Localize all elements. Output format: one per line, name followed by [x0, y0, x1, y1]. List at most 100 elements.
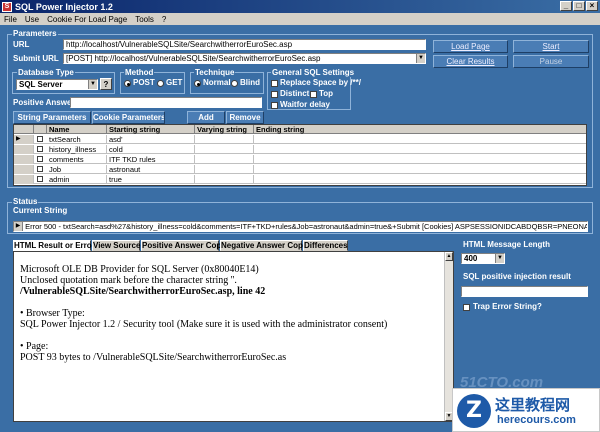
table-row[interactable]: history_illness cold: [14, 145, 586, 154]
watermark-site: herecours.com: [497, 414, 576, 426]
result-line: Microsoft OLE DB Provider for SQL Server…: [20, 264, 259, 275]
sql-positive-input[interactable]: [461, 286, 588, 297]
clear-results-button[interactable]: Clear Results: [433, 55, 508, 68]
technique-blind-radio[interactable]: [231, 80, 238, 87]
maximize-button[interactable]: □: [573, 1, 585, 11]
distinct-checkbox[interactable]: [271, 91, 278, 98]
table-row[interactable]: admin true: [14, 175, 586, 184]
row-start[interactable]: asd': [107, 135, 195, 144]
row-checkbox[interactable]: [37, 156, 43, 162]
tab-view-source[interactable]: View Source: [92, 240, 140, 251]
tab-negative-answer-copy[interactable]: Negative Answer Copy: [220, 240, 307, 251]
close-button[interactable]: ×: [586, 1, 598, 11]
result-line: • Browser Type:: [20, 308, 85, 319]
row-checkbox[interactable]: [37, 176, 43, 182]
database-type-label: Database Type: [17, 68, 75, 77]
row-selector-icon[interactable]: ▶: [14, 135, 34, 144]
submit-url-select[interactable]: [POST] http://localhost/VulnerableSQLSit…: [63, 53, 426, 64]
menu-use[interactable]: Use: [25, 15, 39, 24]
row-varying[interactable]: [195, 155, 254, 164]
tab-string-parameters[interactable]: String Parameters: [13, 111, 91, 124]
current-string-field[interactable]: ▶ Error 500 - txtSearch=asd%27&history_i…: [13, 221, 588, 232]
table-row[interactable]: comments ITF TKD rules: [14, 155, 586, 164]
row-varying[interactable]: [195, 165, 254, 174]
grid-header: Name Starting string Varying string Endi…: [14, 125, 586, 134]
result-line: • Page:: [20, 341, 49, 352]
distinct-label: Distinct: [280, 89, 310, 98]
watermark-logo-icon: Z: [457, 394, 491, 428]
pause-button[interactable]: Pause: [513, 55, 589, 68]
tab-differences[interactable]: Differences: [303, 240, 348, 251]
row-start[interactable]: cold: [107, 145, 195, 154]
load-page-button[interactable]: Load Page: [433, 40, 508, 53]
row-selector[interactable]: [14, 145, 34, 154]
method-label: Method: [124, 68, 155, 77]
add-button[interactable]: Add: [187, 111, 225, 124]
col-varying-string[interactable]: Varying string: [195, 125, 254, 134]
database-type-select[interactable]: SQL Server ▼: [16, 79, 98, 90]
row-selector[interactable]: [14, 165, 34, 174]
col-starting-string[interactable]: Starting string: [107, 125, 195, 134]
chevron-down-icon[interactable]: ▼: [495, 254, 504, 263]
row-selector[interactable]: [14, 175, 34, 184]
row-name[interactable]: Job: [47, 165, 107, 174]
row-ending[interactable]: [254, 135, 586, 144]
row-varying[interactable]: [195, 175, 254, 184]
menu-help[interactable]: ?: [162, 15, 166, 24]
tab-cookie-parameters[interactable]: Cookie Parameters: [92, 111, 165, 124]
technique-normal-radio[interactable]: [194, 80, 201, 87]
row-start[interactable]: true: [107, 175, 195, 184]
trap-error-checkbox[interactable]: [463, 304, 470, 311]
technique-normal-label: Normal: [203, 78, 231, 87]
parameters-label: Parameters: [12, 29, 58, 38]
row-checkbox[interactable]: [37, 146, 43, 152]
table-row[interactable]: Job astronaut: [14, 165, 586, 174]
row-name[interactable]: history_illness: [47, 145, 107, 154]
chevron-down-icon[interactable]: ▼: [416, 54, 425, 63]
result-line: Unclosed quotation mark before the chara…: [20, 275, 237, 286]
row-name[interactable]: comments: [47, 155, 107, 164]
row-selector[interactable]: [14, 155, 34, 164]
row-checkbox[interactable]: [37, 136, 43, 142]
minimize-button[interactable]: _: [560, 1, 572, 11]
window-title: SQL Power Injector 1.2: [15, 1, 113, 12]
menu-tools[interactable]: Tools: [135, 15, 154, 24]
database-help-button[interactable]: ?: [100, 78, 112, 90]
waitfor-checkbox[interactable]: [271, 102, 278, 109]
chevron-down-icon[interactable]: ▼: [88, 80, 97, 89]
app-icon: S: [2, 1, 12, 12]
url-input[interactable]: http://localhost/VulnerableSQLSite/Searc…: [63, 39, 426, 50]
tab-positive-answer-copy[interactable]: Positive Answer Copy: [141, 240, 226, 251]
row-varying[interactable]: [195, 145, 254, 154]
menu-cookie[interactable]: Cookie For Load Page: [47, 15, 127, 24]
row-ending[interactable]: [254, 165, 586, 174]
row-checkbox[interactable]: [37, 166, 43, 172]
tab-html-result[interactable]: HTML Result or Error: [13, 240, 95, 251]
positive-answer-input[interactable]: [70, 97, 262, 108]
row-name[interactable]: admin: [47, 175, 107, 184]
col-name[interactable]: Name: [47, 125, 107, 134]
start-label: Start: [542, 42, 560, 51]
html-length-select[interactable]: 400 ▼: [461, 253, 505, 264]
row-name[interactable]: txtSearch: [47, 135, 107, 144]
trap-error-label: Trap Error String?: [473, 302, 542, 311]
table-row[interactable]: ▶ txtSearch asd': [14, 135, 586, 144]
replace-space-checkbox[interactable]: [271, 80, 278, 87]
scroll-up-icon[interactable]: ▲: [445, 252, 453, 261]
method-post-label: POST: [133, 78, 155, 87]
menu-file[interactable]: File: [4, 15, 17, 24]
method-get-radio[interactable]: [157, 80, 164, 87]
start-button[interactable]: Start: [513, 40, 589, 53]
top-label: Top: [319, 89, 334, 98]
method-post-radio[interactable]: [124, 80, 131, 87]
row-ending[interactable]: [254, 145, 586, 154]
top-checkbox[interactable]: [310, 91, 317, 98]
row-start[interactable]: astronaut: [107, 165, 195, 174]
row-ending[interactable]: [254, 155, 586, 164]
remove-button[interactable]: Remove: [226, 111, 264, 124]
row-start[interactable]: ITF TKD rules: [107, 155, 195, 164]
col-ending-string[interactable]: Ending string: [254, 125, 586, 134]
row-ending[interactable]: [254, 175, 586, 184]
row-varying[interactable]: [195, 135, 254, 144]
general-sql-label: General SQL Settings: [271, 68, 356, 77]
